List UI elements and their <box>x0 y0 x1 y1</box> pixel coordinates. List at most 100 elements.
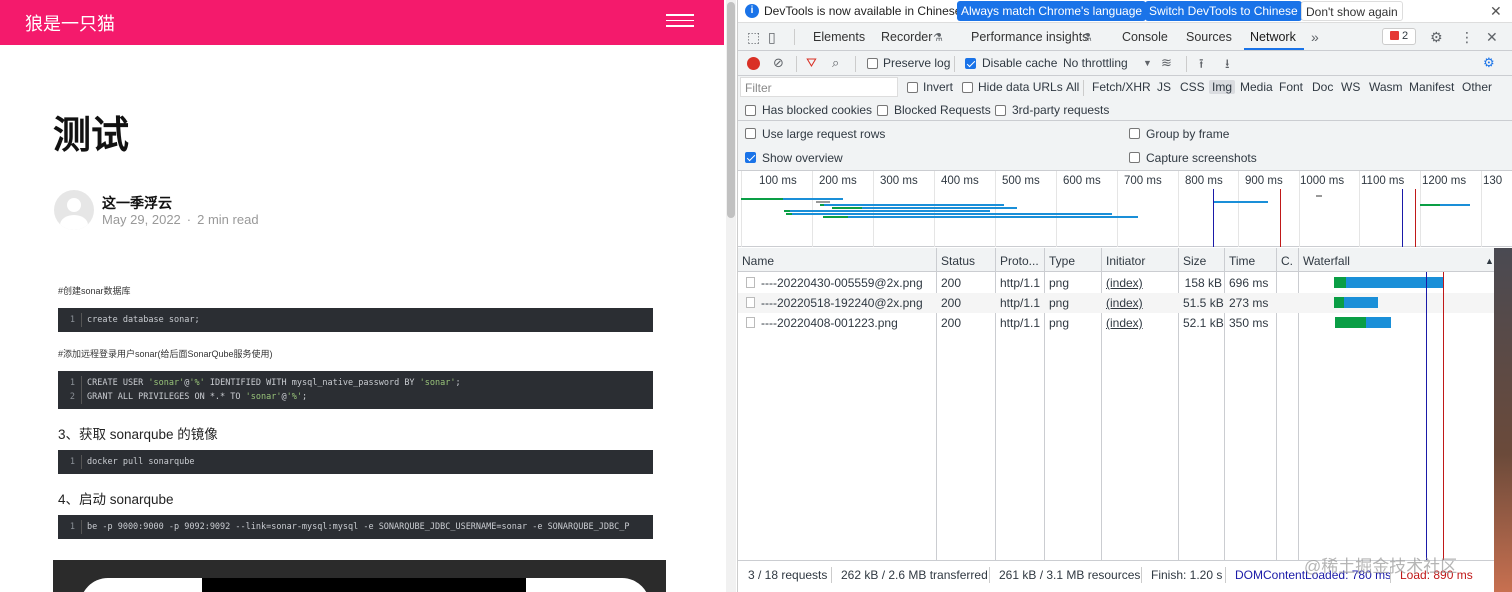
post-date: May 29, 2022 <box>102 212 181 227</box>
code-line: be -p 9000:9000 -p 9092:9092 --link=sona… <box>87 522 630 532</box>
preserve-log-checkbox[interactable] <box>867 58 878 69</box>
chevron-down-icon[interactable]: ▼ <box>1143 58 1152 68</box>
waterfall-bar-waiting <box>1335 317 1366 328</box>
hamburger-menu-icon[interactable] <box>666 14 694 30</box>
table-row[interactable]: ----20220518-192240@2x.png 200 http/1.1 … <box>738 293 1512 313</box>
code-block[interactable]: 1 be -p 9000:9000 -p 9092:9092 --link=son… <box>58 515 653 539</box>
column-initiator[interactable]: Initiator <box>1106 254 1145 268</box>
switch-to-chinese-button[interactable]: Switch DevTools to Chinese <box>1145 1 1302 21</box>
third-party-checkbox[interactable] <box>995 105 1006 116</box>
hide-data-urls-checkbox[interactable] <box>962 82 973 93</box>
sort-up-icon[interactable]: ▲ <box>1485 256 1494 266</box>
type-filter-other[interactable]: Other <box>1462 80 1492 94</box>
column-status[interactable]: Status <box>941 254 975 268</box>
overview-bar <box>1420 204 1440 206</box>
overview-tick: 600 ms <box>1063 175 1101 187</box>
tab-console[interactable]: Console <box>1122 30 1168 44</box>
site-title[interactable]: 狼是一只猫 <box>25 10 115 36</box>
table-row[interactable]: ----20220430-005559@2x.png 200 http/1.1 … <box>738 273 1512 293</box>
show-overview-checkbox[interactable] <box>745 152 756 163</box>
column-time[interactable]: Time <box>1229 254 1255 268</box>
gear-icon[interactable]: ⚙ <box>1430 29 1443 46</box>
filter-bar: Filter Invert Hide data URLs All Fetch/X… <box>738 76 1512 99</box>
filter-icon[interactable]: ⛛ <box>806 55 817 71</box>
column-protocol[interactable]: Proto... <box>1000 254 1039 268</box>
request-name[interactable]: ----20220430-005559@2x.png <box>761 276 923 290</box>
request-type: png <box>1049 296 1070 310</box>
column-size[interactable]: Size <box>1183 254 1206 268</box>
request-initiator[interactable]: (index) <box>1106 276 1143 290</box>
issues-badge[interactable]: 2 <box>1382 28 1416 45</box>
blocked-requests-checkbox[interactable] <box>877 105 888 116</box>
dont-show-again-button[interactable]: Don't show again <box>1301 1 1403 21</box>
line-number: 2 <box>58 390 82 404</box>
code-string: '%' <box>189 378 205 388</box>
code-string: 'sonar' <box>245 392 282 402</box>
tab-network[interactable]: Network <box>1250 30 1296 44</box>
always-match-language-button[interactable]: Always match Chrome's language <box>957 1 1147 21</box>
overview-bar <box>823 216 848 218</box>
inspect-element-icon[interactable]: ⬚ <box>747 29 760 46</box>
throttling-select[interactable]: No throttling <box>1063 56 1128 70</box>
group-by-frame-checkbox[interactable] <box>1129 128 1140 139</box>
capture-screenshots-checkbox[interactable] <box>1129 152 1140 163</box>
type-filter-ws[interactable]: WS <box>1341 80 1360 94</box>
overview-tick: 300 ms <box>880 175 918 187</box>
line-number: 1 <box>58 520 82 534</box>
close-devtools-icon[interactable]: ✕ <box>1486 29 1498 46</box>
grid-line <box>1420 171 1421 247</box>
record-icon[interactable] <box>747 57 760 70</box>
phone-screen <box>202 578 526 592</box>
request-name[interactable]: ----20220518-192240@2x.png <box>761 296 923 310</box>
type-filter-doc[interactable]: Doc <box>1312 80 1333 94</box>
type-filter-manifest[interactable]: Manifest <box>1409 80 1454 94</box>
type-filter-wasm[interactable]: Wasm <box>1369 80 1403 94</box>
more-tabs-icon[interactable]: » <box>1311 29 1319 45</box>
type-filter-js[interactable]: JS <box>1157 80 1171 94</box>
type-filter-font[interactable]: Font <box>1279 80 1303 94</box>
close-icon[interactable]: ✕ <box>1490 3 1502 20</box>
request-initiator[interactable]: (index) <box>1106 296 1143 310</box>
overview-tick: 1000 ms <box>1300 175 1345 187</box>
clear-icon[interactable]: ⊘ <box>773 55 784 71</box>
scrollbar-thumb[interactable] <box>727 2 735 218</box>
load-line <box>1415 189 1416 247</box>
column-waterfall[interactable]: Waterfall <box>1303 254 1350 268</box>
grid-line <box>995 171 996 247</box>
search-icon[interactable]: ⌕ <box>832 55 839 71</box>
disable-cache-checkbox[interactable] <box>965 58 976 69</box>
filter-options-row: Has blocked cookies Blocked Requests 3rd… <box>738 99 1512 121</box>
type-filter-media[interactable]: Media <box>1240 80 1273 94</box>
network-conditions-icon[interactable]: ≋ <box>1161 55 1172 71</box>
column-type[interactable]: Type <box>1049 254 1075 268</box>
request-name[interactable]: ----20220408-001223.png <box>761 316 898 330</box>
type-filter-css[interactable]: CSS <box>1180 80 1205 94</box>
tab-performance-insights[interactable]: Performance insights <box>971 30 1088 44</box>
blocked-cookies-checkbox[interactable] <box>745 105 756 116</box>
invert-checkbox[interactable] <box>907 82 918 93</box>
grid-line <box>934 171 935 247</box>
code-token: ; <box>301 392 308 402</box>
network-settings-icon[interactable]: ⚙ <box>1483 55 1495 71</box>
tab-elements[interactable]: Elements <box>813 30 865 44</box>
type-filter-img[interactable]: Img <box>1209 80 1236 94</box>
upload-icon[interactable]: ⭱ <box>1199 55 1204 77</box>
type-filter-fetch-xhr[interactable]: Fetch/XHR <box>1092 80 1151 94</box>
tab-sources[interactable]: Sources <box>1186 30 1232 44</box>
large-rows-checkbox[interactable] <box>745 128 756 139</box>
request-initiator[interactable]: (index) <box>1106 316 1143 330</box>
type-filter-all[interactable]: All <box>1066 80 1079 94</box>
network-overview[interactable]: 100 ms 200 ms 300 ms 400 ms 500 ms 600 m… <box>738 171 1512 247</box>
device-toolbar-icon[interactable]: ▯ <box>768 29 776 46</box>
author-name[interactable]: 这一季浮云 <box>102 193 172 213</box>
avatar[interactable] <box>54 190 94 230</box>
column-name[interactable]: Name <box>742 254 774 268</box>
filter-input[interactable]: Filter <box>740 77 898 97</box>
table-row[interactable]: ----20220408-001223.png 200 http/1.1 png… <box>738 313 1512 333</box>
download-icon[interactable]: ⭳ <box>1225 55 1230 77</box>
tab-recorder[interactable]: Recorder <box>881 30 932 44</box>
section-heading: 3、获取 sonarqube 的镜像 <box>58 427 218 442</box>
kebab-menu-icon[interactable]: ⋮ <box>1460 29 1474 46</box>
column-cookies[interactable]: C. <box>1281 254 1293 268</box>
request-status: 200 <box>941 276 962 290</box>
